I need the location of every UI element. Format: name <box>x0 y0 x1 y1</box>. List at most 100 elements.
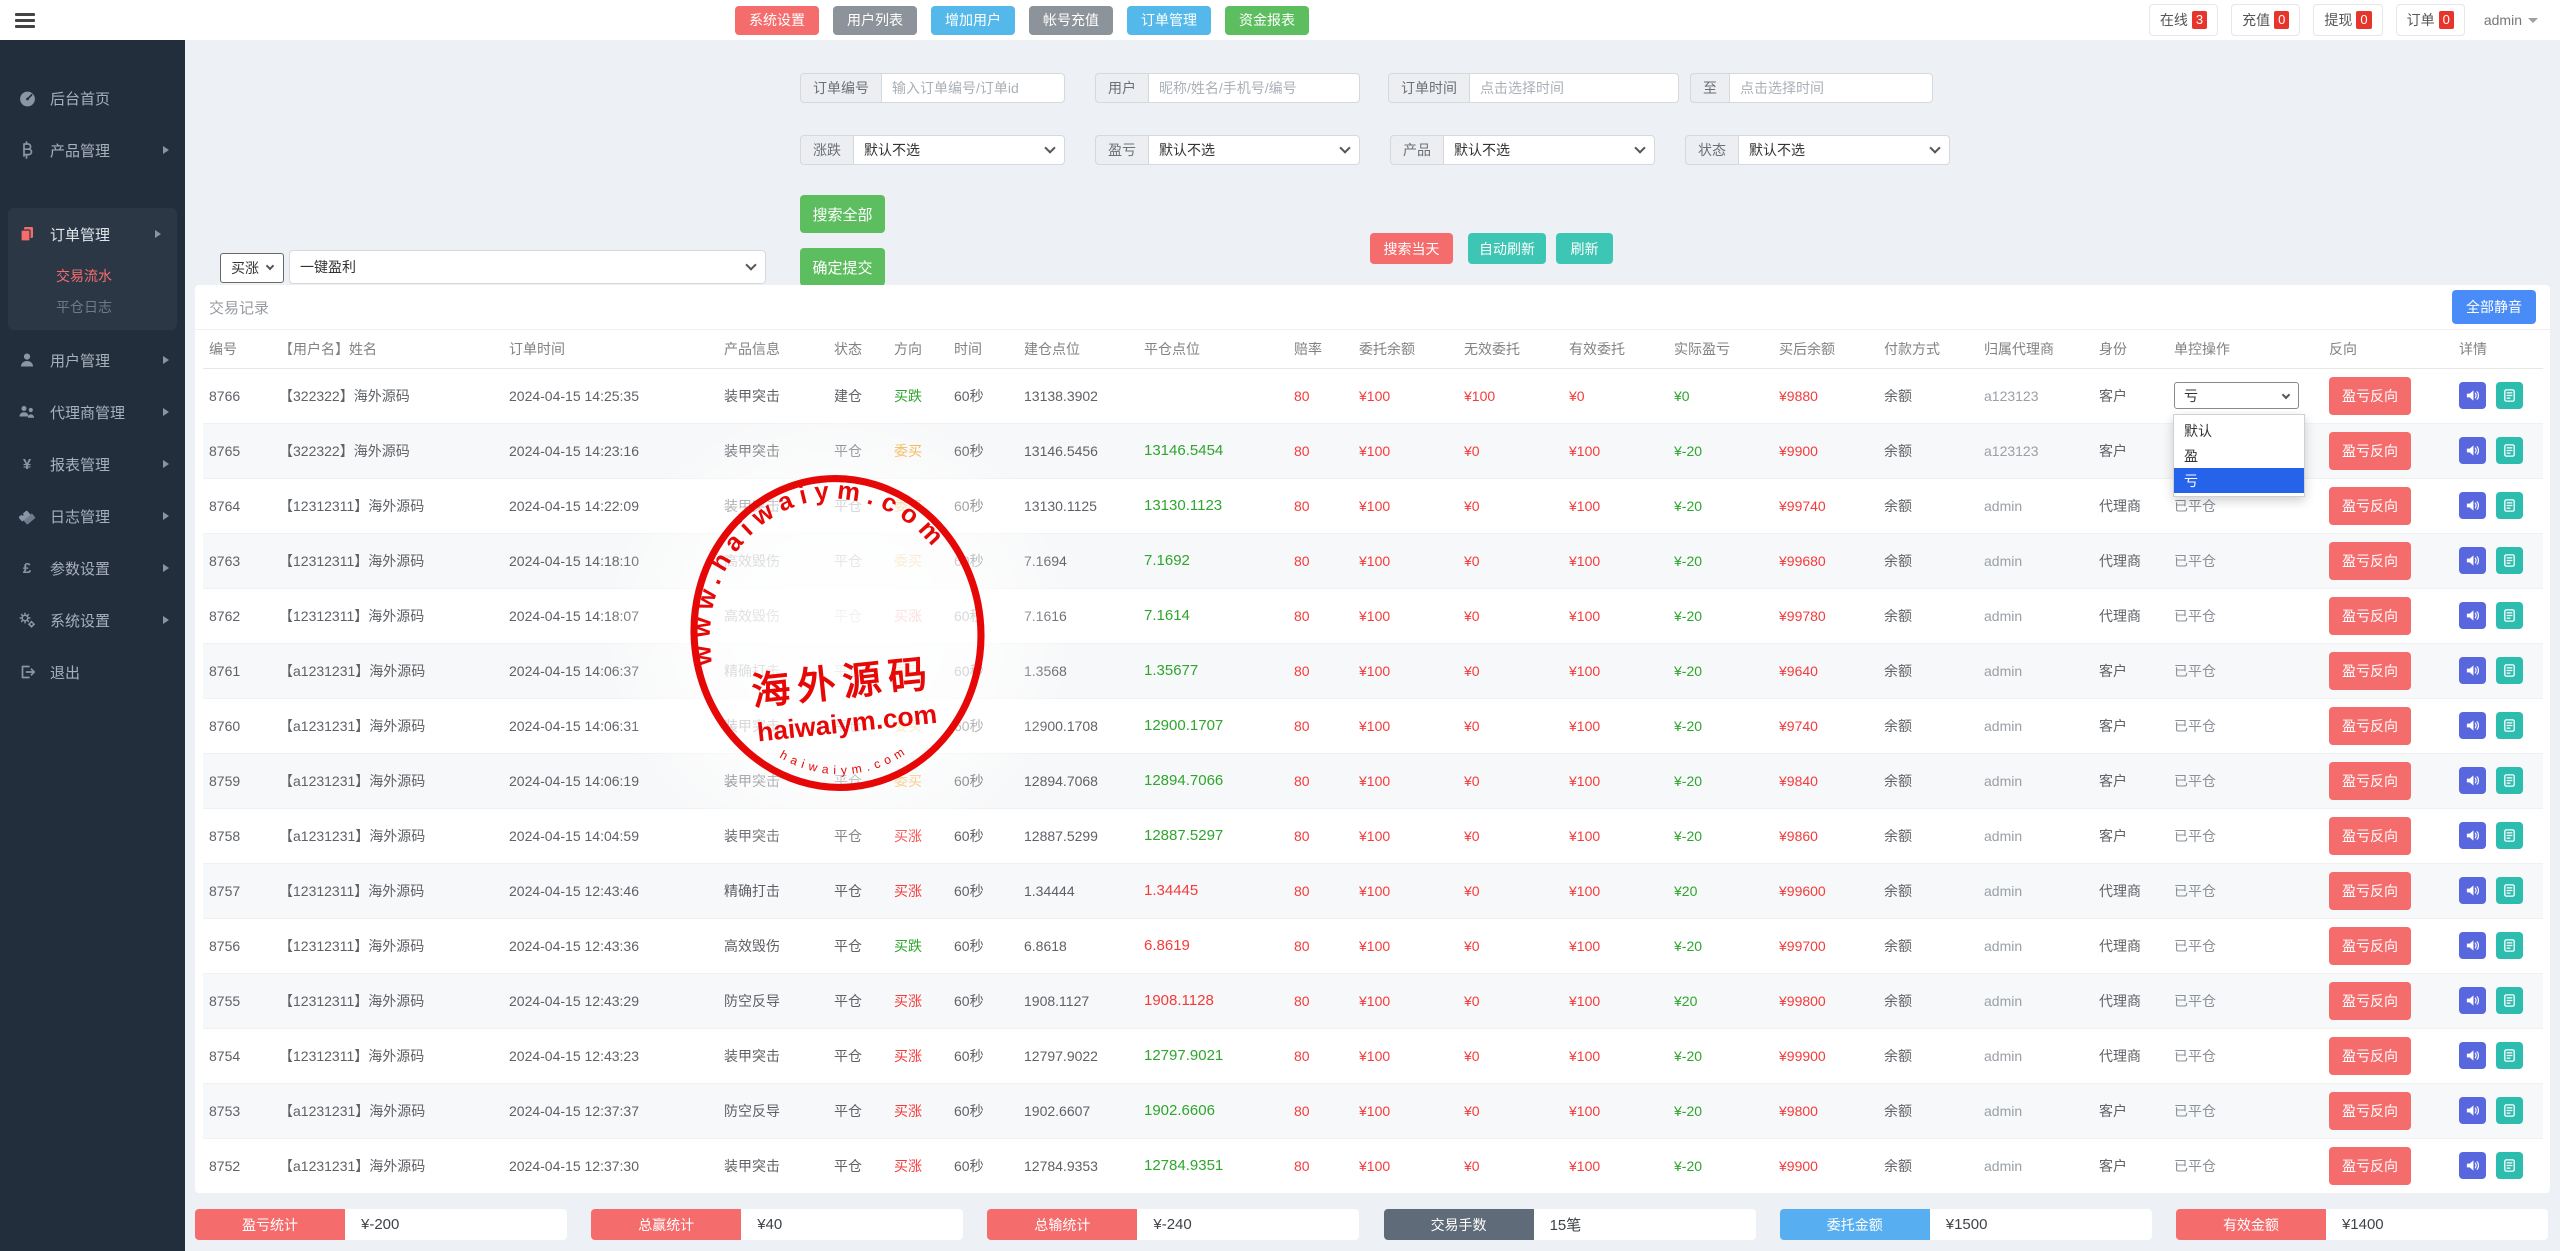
reverse-profit-button[interactable]: 盈亏反向 <box>2329 817 2411 855</box>
recharge-counter[interactable]: 充值 0 <box>2231 4 2300 36</box>
cell-direction: 买涨 <box>888 973 948 1028</box>
reverse-profit-button[interactable]: 盈亏反向 <box>2329 652 2411 690</box>
detail-list-icon-button[interactable] <box>2496 1152 2523 1179</box>
dropdown-option-default[interactable]: 默认 <box>2174 418 2304 443</box>
order-counter[interactable]: 订单 0 <box>2396 4 2465 36</box>
stat-label: 交易手数 <box>1384 1209 1534 1240</box>
nav-add-user-button[interactable]: 增加用户 <box>931 6 1015 35</box>
mute-all-button[interactable]: 全部静音 <box>2452 290 2536 324</box>
cell-pay-method: 余额 <box>1878 643 1978 698</box>
nav-system-settings-button[interactable]: 系统设置 <box>735 6 819 35</box>
reverse-profit-button[interactable]: 盈亏反向 <box>2329 762 2411 800</box>
panel-header: 交易记录 全部静音 <box>195 285 2550 330</box>
speaker-icon-button[interactable] <box>2459 382 2486 409</box>
profit-select[interactable]: 默认不选 <box>1148 135 1360 165</box>
direction-quick-select[interactable]: 买涨 <box>220 253 284 283</box>
speaker-icon-button[interactable] <box>2459 877 2486 904</box>
speaker-icon-button[interactable] <box>2459 822 2486 849</box>
order-number-input[interactable]: 输入订单编号/订单id <box>881 73 1065 103</box>
cell-order-time: 2024-04-15 12:43:23 <box>503 1028 718 1083</box>
menu-toggle-icon[interactable] <box>15 10 35 31</box>
reverse-profit-button[interactable]: 盈亏反向 <box>2329 377 2411 415</box>
nav-recharge-button[interactable]: 帐号充值 <box>1029 6 1113 35</box>
cell-after-balance: ¥99900 <box>1773 1028 1878 1083</box>
time-to-input[interactable]: 点击选择时间 <box>1729 73 1933 103</box>
speaker-icon-button[interactable] <box>2459 657 2486 684</box>
dropdown-option-lose[interactable]: 亏 <box>2174 468 2304 493</box>
sidebar-item-agents[interactable]: 代理商管理 <box>0 386 185 438</box>
sidebar-item-logout[interactable]: 退出 <box>0 646 185 698</box>
withdraw-counter[interactable]: 提现 0 <box>2313 4 2382 36</box>
detail-list-icon-button[interactable] <box>2496 987 2523 1014</box>
time-from-input[interactable]: 点击选择时间 <box>1469 73 1679 103</box>
reverse-profit-button[interactable]: 盈亏反向 <box>2329 597 2411 635</box>
sidebar-item-dashboard[interactable]: 后台首页 <box>0 72 185 124</box>
reverse-profit-button[interactable]: 盈亏反向 <box>2329 487 2411 525</box>
dropdown-option-win[interactable]: 盈 <box>2174 443 2304 468</box>
product-select[interactable]: 默认不选 <box>1443 135 1655 165</box>
sidebar-item-system[interactable]: 系统设置 <box>0 594 185 646</box>
nav-order-manage-button[interactable]: 订单管理 <box>1127 6 1211 35</box>
speaker-icon-button[interactable] <box>2459 492 2486 519</box>
reverse-profit-button[interactable]: 盈亏反向 <box>2329 1092 2411 1130</box>
reverse-profit-button[interactable]: 盈亏反向 <box>2329 432 2411 470</box>
detail-list-icon-button[interactable] <box>2496 767 2523 794</box>
user-menu[interactable]: admin <box>2478 12 2544 28</box>
reverse-profit-button[interactable]: 盈亏反向 <box>2329 542 2411 580</box>
search-today-button[interactable]: 搜索当天 <box>1370 233 1453 264</box>
online-counter[interactable]: 在线 3 <box>2149 4 2218 36</box>
reverse-profit-button[interactable]: 盈亏反向 <box>2329 1037 2411 1075</box>
detail-list-icon-button[interactable] <box>2496 547 2523 574</box>
sidebar-item-params[interactable]: £ 参数设置 <box>0 542 185 594</box>
col-header: 赔率 <box>1288 330 1353 368</box>
refresh-button[interactable]: 刷新 <box>1556 233 1613 264</box>
reverse-profit-button[interactable]: 盈亏反向 <box>2329 982 2411 1020</box>
reverse-profit-button[interactable]: 盈亏反向 <box>2329 707 2411 745</box>
batch-action-select[interactable]: 一键盈利 <box>289 250 766 284</box>
cell-control: 已平仓 <box>2168 1138 2323 1193</box>
reverse-profit-button[interactable]: 盈亏反向 <box>2329 1147 2411 1185</box>
sidebar-item-reports[interactable]: ¥ 报表管理 <box>0 438 185 490</box>
nav-fund-report-button[interactable]: 资金报表 <box>1225 6 1309 35</box>
sidebar-item-close-log[interactable]: 平仓日志 <box>8 291 177 322</box>
updown-select[interactable]: 默认不选 <box>853 135 1065 165</box>
detail-list-icon-button[interactable] <box>2496 492 2523 519</box>
search-all-button[interactable]: 搜索全部 <box>800 195 885 233</box>
speaker-icon-button[interactable] <box>2459 987 2486 1014</box>
detail-list-icon-button[interactable] <box>2496 712 2523 739</box>
sidebar-item-orders[interactable]: 订单管理 <box>8 208 177 260</box>
detail-list-icon-button[interactable] <box>2496 602 2523 629</box>
speaker-icon-button[interactable] <box>2459 1152 2486 1179</box>
speaker-icon-button[interactable] <box>2459 767 2486 794</box>
detail-list-icon-button[interactable] <box>2496 877 2523 904</box>
speaker-icon-button[interactable] <box>2459 932 2486 959</box>
speaker-icon-button[interactable] <box>2459 602 2486 629</box>
speaker-icon-button[interactable] <box>2459 1042 2486 1069</box>
speaker-icon-button[interactable] <box>2459 547 2486 574</box>
speaker-icon-button[interactable] <box>2459 437 2486 464</box>
detail-list-icon-button[interactable] <box>2496 932 2523 959</box>
reverse-profit-button[interactable]: 盈亏反向 <box>2329 927 2411 965</box>
detail-list-icon-button[interactable] <box>2496 1097 2523 1124</box>
detail-list-icon-button[interactable] <box>2496 822 2523 849</box>
control-select[interactable]: 亏 <box>2174 382 2299 409</box>
cell-reverse: 盈亏反向 <box>2323 368 2453 423</box>
username: admin <box>2484 12 2522 28</box>
submit-button[interactable]: 确定提交 <box>800 248 885 286</box>
speaker-icon-button[interactable] <box>2459 712 2486 739</box>
status-select[interactable]: 默认不选 <box>1738 135 1950 165</box>
detail-list-icon-button[interactable] <box>2496 437 2523 464</box>
sidebar-label: 参数设置 <box>50 558 110 579</box>
user-input[interactable]: 昵称/姓名/手机号/编号 <box>1148 73 1360 103</box>
detail-list-icon-button[interactable] <box>2496 657 2523 684</box>
sidebar-item-logs[interactable]: 日志管理 <box>0 490 185 542</box>
reverse-profit-button[interactable]: 盈亏反向 <box>2329 872 2411 910</box>
sidebar-item-trade-flow[interactable]: 交易流水 <box>8 260 177 291</box>
detail-list-icon-button[interactable] <box>2496 1042 2523 1069</box>
detail-list-icon-button[interactable] <box>2496 382 2523 409</box>
auto-refresh-button[interactable]: 自动刷新 <box>1468 233 1546 264</box>
nav-user-list-button[interactable]: 用户列表 <box>833 6 917 35</box>
speaker-icon-button[interactable] <box>2459 1097 2486 1124</box>
sidebar-item-products[interactable]: 产品管理 <box>0 124 185 176</box>
sidebar-item-users[interactable]: 用户管理 <box>0 334 185 386</box>
